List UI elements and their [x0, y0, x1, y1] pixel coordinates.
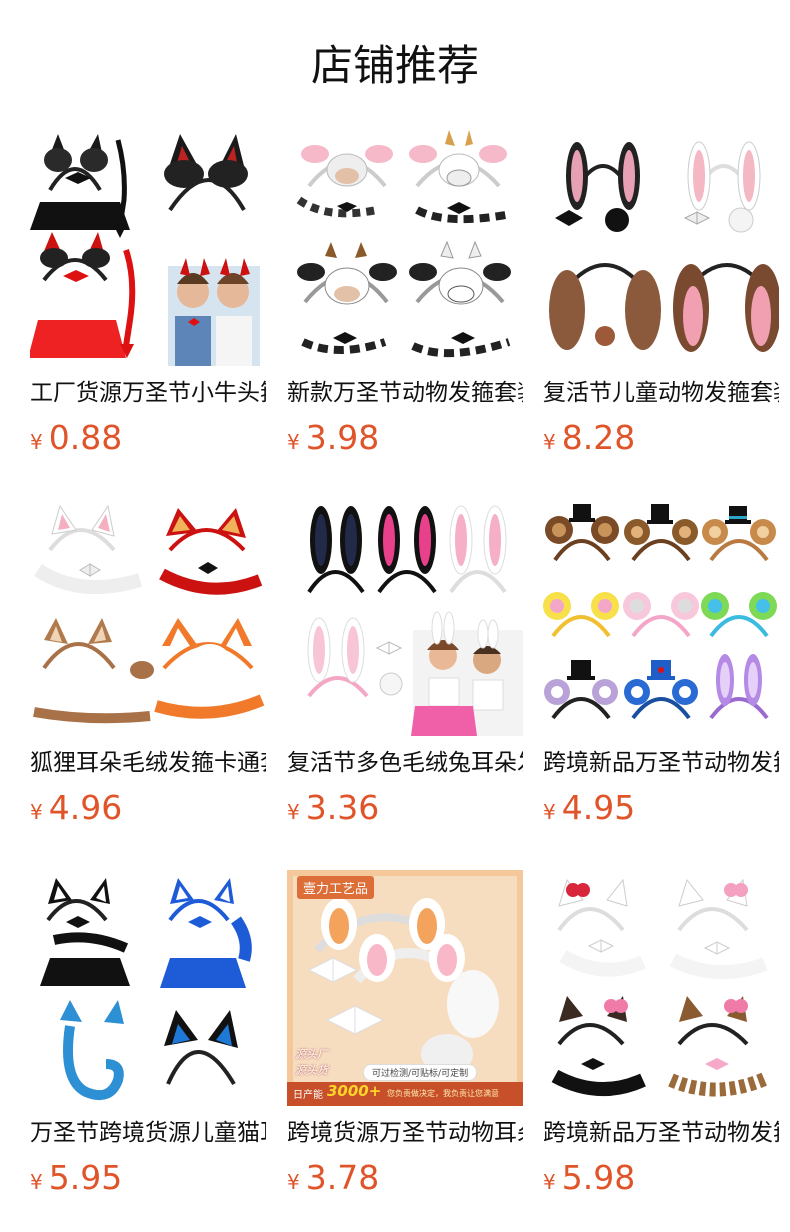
service-pill: 可过检测/可贴标/可定制	[363, 1064, 478, 1081]
product-name[interactable]: 跨境货源万圣节动物耳朵套装	[287, 1116, 523, 1150]
product-name[interactable]: 跨境新品万圣节动物发箍套装	[543, 1116, 779, 1150]
product-price: ¥8.28	[543, 418, 635, 457]
currency-symbol: ¥	[543, 1170, 556, 1194]
product-name[interactable]: 万圣节跨境货源儿童猫耳套装	[30, 1116, 266, 1150]
product-price: ¥3.98	[287, 418, 379, 457]
product-name[interactable]: 跨境新品万圣节动物发箍	[543, 746, 779, 780]
product-image-fox-ear-set[interactable]	[30, 500, 266, 736]
price-value: 3.78	[305, 1158, 380, 1197]
price-value: 4.95	[561, 788, 636, 827]
product-price: ¥4.95	[543, 788, 635, 827]
product-name[interactable]: 复活节儿童动物发箍套装	[543, 376, 779, 410]
price-value: 0.88	[48, 418, 123, 457]
page-title: 店铺推荐	[310, 41, 479, 90]
brand-badge: 壹力工艺品	[297, 876, 375, 899]
product-image-devil-costume-set[interactable]	[30, 130, 266, 366]
currency-symbol: ¥	[30, 430, 43, 454]
price-value: 3.98	[305, 418, 380, 457]
currency-symbol: ¥	[30, 800, 43, 824]
price-value: 3.36	[305, 788, 380, 827]
currency-symbol: ¥	[30, 1170, 43, 1194]
product-name[interactable]: 新款万圣节动物发箍套装	[287, 376, 523, 410]
currency-symbol: ¥	[543, 800, 556, 824]
product-price: ¥3.78	[287, 1158, 379, 1197]
product-price: ¥0.88	[30, 418, 122, 457]
product-image-bear-ear-headbands[interactable]	[543, 500, 779, 736]
product-price: ¥4.96	[30, 788, 122, 827]
product-price: ¥5.95	[30, 1158, 122, 1197]
price-value: 8.28	[561, 418, 636, 457]
banner-tag: 源头厂	[295, 1048, 328, 1061]
price-value: 5.98	[561, 1158, 636, 1197]
product-price: ¥3.36	[287, 788, 379, 827]
currency-symbol: ¥	[287, 1170, 300, 1194]
product-name[interactable]: 复活节多色毛绒兔耳朵发箍	[287, 746, 523, 780]
product-image-cow-headband-set[interactable]	[287, 130, 523, 366]
capacity-label: 日产能	[293, 1090, 323, 1101]
product-name[interactable]: 狐狸耳朵毛绒发箍卡通套装	[30, 746, 266, 780]
product-image-bunny-dog-ear-set[interactable]	[543, 130, 779, 366]
banner-tag: 源头货	[295, 1064, 328, 1077]
product-image-cat-costume-set[interactable]	[30, 870, 266, 1106]
currency-symbol: ¥	[287, 430, 300, 454]
price-value: 4.96	[48, 788, 123, 827]
product-image-kitty-headband-set[interactable]	[543, 870, 779, 1106]
price-value: 5.95	[48, 1158, 123, 1197]
product-price: ¥5.98	[543, 1158, 635, 1197]
currency-symbol: ¥	[543, 430, 556, 454]
product-image-factory-photo-headbands[interactable]: 壹力工艺品 源头厂 源头货 可过检测/可贴标/可定制 日产能 3000+ 您负责…	[287, 870, 523, 1106]
product-name[interactable]: 工厂货源万圣节小牛头箍	[30, 376, 266, 410]
promise-text: 您负责做决定，我负责让您满意	[387, 1089, 499, 1098]
capacity-value: 3000+	[327, 1082, 382, 1100]
currency-symbol: ¥	[287, 800, 300, 824]
product-image-bunny-ear-headbands[interactable]	[287, 500, 523, 736]
